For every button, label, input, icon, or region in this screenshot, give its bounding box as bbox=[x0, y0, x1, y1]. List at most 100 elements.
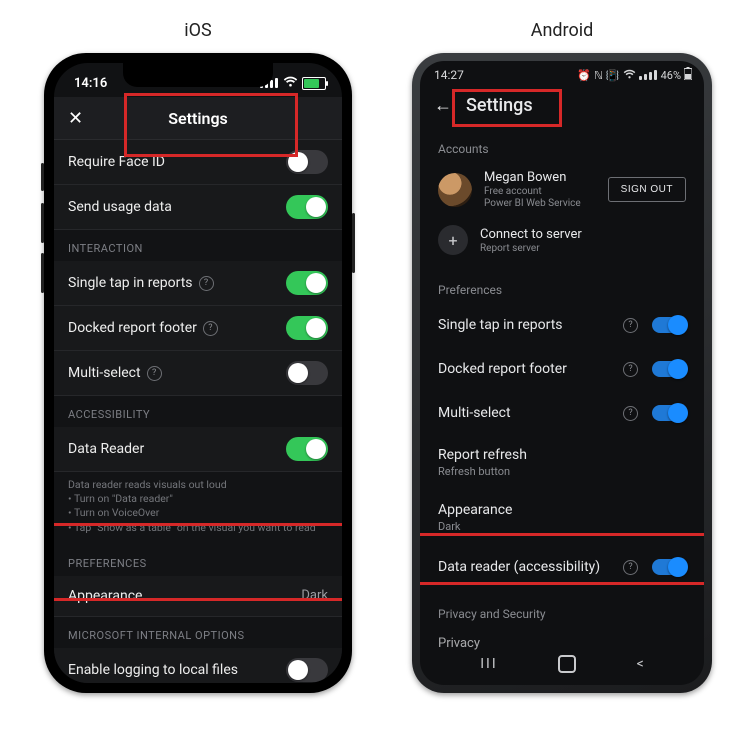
section-interaction: INTERACTION bbox=[54, 230, 342, 261]
toggle-single-tap[interactable] bbox=[286, 271, 328, 295]
refresh-sub: Refresh button bbox=[438, 465, 527, 478]
row-report-refresh[interactable]: Report refresh Refresh button bbox=[420, 435, 704, 490]
toggle-data-reader[interactable] bbox=[286, 437, 328, 461]
appearance-label: Appearance bbox=[438, 502, 512, 518]
ios-column: iOS 14:16 bbox=[44, 20, 352, 693]
vibrate-icon: 📳 bbox=[606, 69, 620, 82]
hint-line-3: • Tap "Show as a table" on the visual yo… bbox=[68, 521, 328, 535]
account-service: Power BI Web Service bbox=[484, 198, 596, 209]
connect-server-row[interactable]: + Connect to server Report server bbox=[420, 217, 704, 263]
single-tap-label: Single tap in reports bbox=[68, 275, 193, 291]
account-row[interactable]: Megan Bowen Free account Power BI Web Se… bbox=[420, 162, 704, 217]
row-enable-logging[interactable]: Enable logging to local files bbox=[54, 648, 342, 683]
wifi-icon bbox=[283, 76, 298, 91]
docked-footer-label: Docked report footer bbox=[68, 320, 197, 336]
help-icon[interactable]: ? bbox=[147, 366, 162, 381]
enable-logging-label: Enable logging to local files bbox=[68, 662, 238, 678]
comparison-container: iOS 14:16 bbox=[20, 20, 736, 693]
status-time: 14:16 bbox=[74, 76, 107, 91]
toggle-docked-footer[interactable] bbox=[652, 361, 686, 377]
plus-icon: + bbox=[438, 225, 468, 255]
data-reader-label: Data Reader bbox=[68, 441, 144, 457]
page-title: Settings bbox=[168, 109, 228, 128]
single-tap-label: Single tap in reports bbox=[438, 317, 563, 333]
back-icon[interactable]: ← bbox=[434, 95, 452, 116]
page-title: Settings bbox=[466, 95, 533, 116]
data-reader-hint: Data reader reads visuals out loud • Tur… bbox=[54, 472, 342, 545]
account-name: Megan Bowen bbox=[484, 170, 596, 185]
help-icon[interactable]: ? bbox=[623, 406, 638, 421]
account-plan: Free account bbox=[484, 186, 596, 197]
help-icon[interactable]: ? bbox=[623, 560, 638, 575]
android-frame: 14:27 ⏰ ℕ 📳 4 bbox=[412, 53, 712, 693]
appearance-value: Dark bbox=[301, 588, 328, 603]
toggle-send-usage[interactable] bbox=[286, 195, 328, 219]
row-require-face-id[interactable]: Require Face ID bbox=[54, 140, 342, 185]
hint-line-2: • Turn on VoiceOver bbox=[68, 506, 328, 520]
row-data-reader[interactable]: Data Reader bbox=[54, 427, 342, 472]
help-icon[interactable]: ? bbox=[623, 318, 638, 333]
back-button[interactable]: < bbox=[637, 656, 644, 672]
row-docked-footer[interactable]: Docked report footer ? bbox=[420, 347, 704, 391]
hint-line-1: • Turn on "Data reader" bbox=[68, 492, 328, 506]
wifi-icon bbox=[623, 69, 636, 82]
data-reader-label: Data reader (accessibility) bbox=[438, 559, 600, 575]
iphone-screen: 14:16 bbox=[54, 63, 342, 683]
home-button[interactable] bbox=[558, 655, 576, 673]
send-usage-label: Send usage data bbox=[68, 199, 172, 215]
help-icon[interactable]: ? bbox=[623, 362, 638, 377]
mute-switch bbox=[41, 163, 44, 191]
toggle-multi-select[interactable] bbox=[286, 361, 328, 385]
settings-header: ✕ Settings bbox=[54, 97, 342, 140]
help-icon[interactable]: ? bbox=[203, 321, 218, 336]
cellular-signal-icon bbox=[639, 70, 658, 80]
multi-select-label: Multi-select bbox=[438, 405, 511, 421]
section-privacy: Privacy and Security bbox=[420, 589, 704, 627]
section-preferences: PREFERENCES bbox=[54, 545, 342, 576]
toggle-multi-select[interactable] bbox=[652, 405, 686, 421]
docked-footer-label: Docked report footer bbox=[438, 361, 567, 377]
iphone-frame: 14:16 bbox=[44, 53, 352, 693]
row-multi-select[interactable]: Multi-select ? bbox=[54, 351, 342, 396]
toggle-docked-footer[interactable] bbox=[286, 316, 328, 340]
toggle-enable-logging[interactable] bbox=[286, 658, 328, 682]
section-accessibility: ACCESSIBILITY bbox=[54, 396, 342, 427]
section-accounts: Accounts bbox=[420, 128, 704, 162]
appearance-label: Appearance bbox=[68, 588, 142, 604]
status-time: 14:27 bbox=[434, 68, 464, 82]
android-status-bar: 14:27 ⏰ ℕ 📳 4 bbox=[420, 61, 704, 85]
row-single-tap[interactable]: Single tap in reports ? bbox=[420, 303, 704, 347]
help-icon[interactable]: ? bbox=[199, 276, 214, 291]
connect-label: Connect to server bbox=[480, 227, 582, 242]
section-ms-internal: MICROSOFT INTERNAL OPTIONS bbox=[54, 617, 342, 648]
row-appearance[interactable]: Appearance Dark bbox=[420, 490, 704, 545]
settings-list[interactable]: Require Face ID Send usage data INTERACT… bbox=[54, 140, 342, 683]
android-screen: 14:27 ⏰ ℕ 📳 4 bbox=[420, 61, 704, 685]
nfc-icon: ℕ bbox=[594, 69, 603, 82]
recents-button[interactable]: III bbox=[480, 656, 497, 672]
notch bbox=[123, 63, 273, 87]
power-button bbox=[352, 213, 355, 273]
row-data-reader[interactable]: Data reader (accessibility) ? bbox=[420, 545, 704, 589]
toggle-data-reader[interactable] bbox=[652, 559, 686, 575]
toggle-single-tap[interactable] bbox=[652, 317, 686, 333]
volume-down-button bbox=[41, 253, 44, 293]
refresh-label: Report refresh bbox=[438, 447, 527, 463]
sign-out-button[interactable]: SIGN OUT bbox=[608, 177, 686, 202]
battery-icon bbox=[302, 77, 326, 90]
row-docked-footer[interactable]: Docked report footer ? bbox=[54, 306, 342, 351]
require-face-id-label: Require Face ID bbox=[68, 154, 165, 170]
toggle-require-face-id[interactable] bbox=[286, 150, 328, 174]
hint-intro: Data reader reads visuals out loud bbox=[68, 478, 328, 492]
android-nav-bar: III < bbox=[420, 649, 704, 679]
connect-sub: Report server bbox=[480, 243, 582, 254]
row-send-usage[interactable]: Send usage data bbox=[54, 185, 342, 230]
row-multi-select[interactable]: Multi-select ? bbox=[420, 391, 704, 435]
ios-platform-label: iOS bbox=[184, 20, 211, 41]
close-icon[interactable]: ✕ bbox=[68, 108, 83, 129]
avatar bbox=[438, 173, 472, 207]
battery-icon bbox=[684, 67, 692, 83]
row-appearance[interactable]: Appearance Dark bbox=[54, 576, 342, 617]
row-single-tap[interactable]: Single tap in reports ? bbox=[54, 261, 342, 306]
volume-up-button bbox=[41, 203, 44, 243]
